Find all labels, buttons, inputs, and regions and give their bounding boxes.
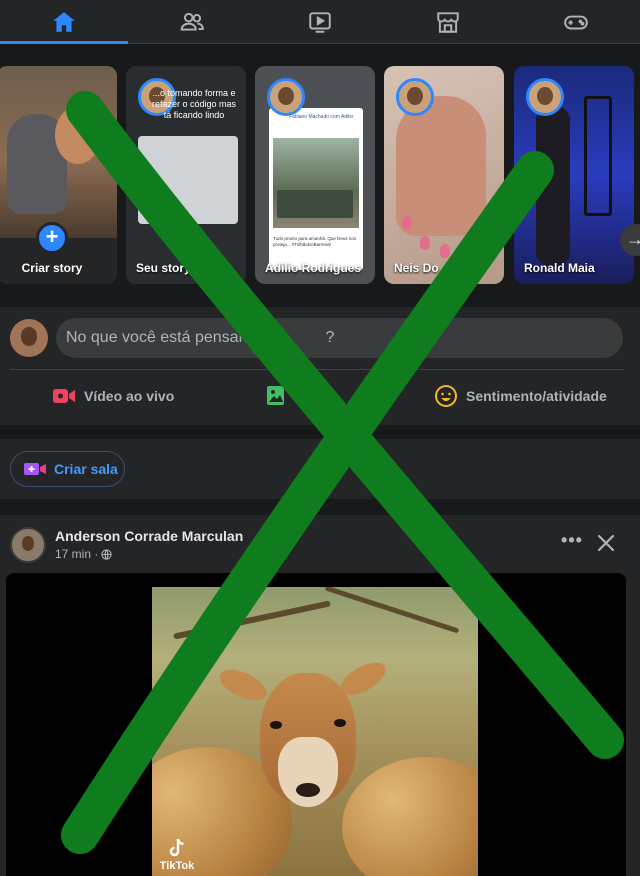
story-overlay-text: ...o tomando forma e refazer o código ma… xyxy=(151,88,237,120)
photo-icon xyxy=(267,386,284,405)
video-frame: TikTok xyxy=(152,587,478,876)
gazelle-nose xyxy=(296,783,320,797)
stories-tray: + Criar story ...o tomando forma e refaz… xyxy=(0,66,640,286)
avatar xyxy=(396,78,434,116)
feeling-activity-label: Sentimento/atividade xyxy=(466,388,607,404)
story-label: Neis Do xyxy=(394,261,439,275)
post-author[interactable]: Anderson Corrade Marculan xyxy=(55,528,243,544)
divider xyxy=(10,369,624,370)
face-image xyxy=(55,106,101,164)
post-media[interactable]: TikTok xyxy=(6,573,626,876)
feed-post: Anderson Corrade Marculan 17 min · ••• T… xyxy=(0,515,640,876)
composer-placeholder-suffix: ? xyxy=(325,329,335,346)
plus-icon[interactable]: + xyxy=(36,222,68,254)
nail-shape xyxy=(440,244,450,258)
nail-shape xyxy=(420,236,430,250)
avatar[interactable] xyxy=(10,527,46,563)
gazelle-eye xyxy=(334,719,346,727)
story-label: Adilio Rodrigues xyxy=(265,261,361,275)
tree-branch xyxy=(324,587,460,634)
create-story-label: Criar story xyxy=(21,261,83,275)
hide-post-button[interactable] xyxy=(592,529,620,557)
marketplace-icon xyxy=(437,11,459,33)
story-card-neis[interactable]: Neis Do xyxy=(384,66,504,284)
tab-gaming[interactable] xyxy=(512,0,640,43)
story-thumbnail xyxy=(138,136,238,224)
live-video-icon xyxy=(53,389,75,403)
composer-placeholder: No que você está pensan xyxy=(66,329,248,346)
friends-icon xyxy=(180,12,204,31)
hand-image xyxy=(396,96,486,236)
truck-image xyxy=(277,190,353,218)
leopard-right xyxy=(342,757,478,876)
tab-watch[interactable] xyxy=(256,0,384,43)
person-image xyxy=(536,106,570,266)
create-room-label: Criar sala xyxy=(54,461,118,477)
close-icon xyxy=(597,534,615,552)
tab-marketplace[interactable] xyxy=(384,0,512,43)
top-navigation xyxy=(0,0,640,44)
gym-machine-image xyxy=(584,96,612,216)
room-video-icon xyxy=(24,463,46,475)
whats-on-your-mind-input[interactable]: No que você está pensan? xyxy=(56,318,623,358)
more-options-button[interactable]: ••• xyxy=(558,529,586,557)
nail-shape xyxy=(402,216,412,230)
create-story-card[interactable]: + Criar story xyxy=(0,66,117,284)
story-card-seu-story[interactable]: ...o tomando forma e refazer o código ma… xyxy=(126,66,246,284)
facebook-mobile-feed: + Criar story ...o tomando forma e refaz… xyxy=(0,0,640,876)
meta-separator: · xyxy=(91,547,99,561)
tiktok-watermark: TikTok xyxy=(156,837,198,872)
story-label: Seu story xyxy=(136,261,191,275)
tree-branch xyxy=(173,600,331,640)
avatar[interactable] xyxy=(10,319,48,357)
story-card-adilio[interactable]: Fabiano Machado com Adilio Tudo pronto p… xyxy=(255,66,375,284)
shared-post-text: Tudo pronto para amanhã. Que Deus nos pr… xyxy=(273,236,357,247)
avatar xyxy=(526,78,564,116)
tiktok-logo-icon xyxy=(169,838,184,857)
create-room-bar: Criar sala xyxy=(0,439,640,499)
profile-photo xyxy=(0,66,117,238)
live-video-label: Vídeo ao vivo xyxy=(84,388,175,404)
create-room-button[interactable]: Criar sala xyxy=(10,451,125,487)
video-icon xyxy=(309,11,331,33)
smiley-icon xyxy=(435,385,457,407)
post-meta: 17 min · xyxy=(55,547,113,561)
gazelle-ear xyxy=(215,663,271,707)
live-video-button[interactable]: Vídeo ao vivo xyxy=(52,381,174,411)
shared-post-author: Fabiano Machado com Adilio xyxy=(289,114,354,120)
tiktok-label: TikTok xyxy=(159,860,195,872)
gazelle-eye xyxy=(270,721,282,729)
post-composer: No que você está pensan? Vídeo ao vivo S… xyxy=(0,307,640,425)
avatar xyxy=(267,78,305,116)
photo-button[interactable] xyxy=(264,381,296,411)
gamepad-icon xyxy=(564,15,588,29)
tab-friends[interactable] xyxy=(128,0,256,43)
story-card-ronald[interactable]: Ronald Maia xyxy=(514,66,634,284)
story-label: Ronald Maia xyxy=(524,261,595,275)
home-icon xyxy=(53,11,75,32)
shared-post-card: Fabiano Machado com Adilio Tudo pronto p… xyxy=(269,108,363,270)
feeling-activity-button[interactable]: Sentimento/atividade xyxy=(434,381,607,411)
post-time[interactable]: 17 min xyxy=(55,547,91,561)
tab-home[interactable] xyxy=(0,0,128,44)
globe-icon xyxy=(101,548,113,560)
